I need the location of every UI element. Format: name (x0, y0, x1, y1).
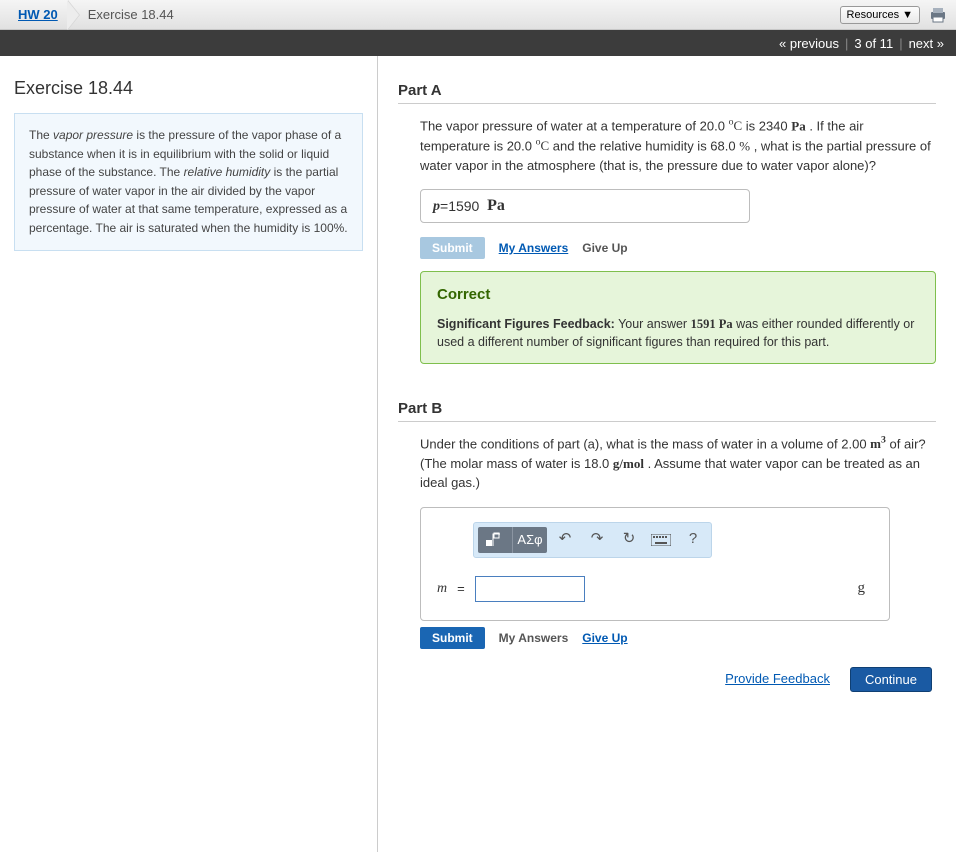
answer-var: m (437, 578, 447, 599)
toolbar-greek-icon[interactable]: ΑΣφ (513, 527, 547, 553)
main-content: Exercise 18.44 The vapor pressure is the… (0, 56, 956, 852)
answer-display: p = 1590 Pa (420, 189, 750, 223)
part-a: Part A The vapor pressure of water at a … (398, 82, 936, 364)
feedback-message: Significant Figures Feedback: Your answe… (437, 315, 919, 351)
undo-icon[interactable]: ↶ (551, 527, 579, 553)
answer-input[interactable] (475, 576, 585, 602)
redo-icon[interactable]: ↷ (583, 527, 611, 553)
resources-label: Resources (847, 9, 900, 21)
feedback-label: Significant Figures Feedback: (437, 317, 615, 331)
nav-bar: « previous | 3 of 11 | next » (0, 30, 956, 56)
reset-icon[interactable]: ↻ (615, 527, 643, 553)
unit-degc: oC (536, 138, 550, 153)
breadcrumb: HW 20 Exercise 18.44 (8, 0, 184, 30)
equation-toolbar: ΑΣφ ↶ ↷ ↻ ? (473, 522, 712, 558)
question-text: Under the conditions of part (a), what i… (420, 436, 870, 451)
toolbar-group-format: ΑΣφ (478, 527, 547, 553)
feedback-value: 1591 Pa (691, 317, 733, 331)
exercise-title: Exercise 18.44 (14, 78, 363, 99)
my-answers-link[interactable]: My Answers (499, 239, 569, 257)
chevron-down-icon: ▼ (902, 9, 913, 21)
question-text: and the relative humidity is 68.0 (549, 138, 739, 153)
feedback-title: Correct (437, 284, 919, 307)
part-b-header: Part B (398, 400, 936, 422)
answer-input-frame: ΑΣφ ↶ ↷ ↻ ? m = g (420, 507, 890, 621)
part-a-question: The vapor pressure of water at a tempera… (420, 116, 936, 175)
part-a-header: Part A (398, 82, 936, 104)
part-b-question: Under the conditions of part (a), what i… (420, 434, 936, 493)
submit-button[interactable]: Submit (420, 237, 485, 259)
unit-degc: oC (729, 118, 743, 133)
right-column: Part A The vapor pressure of water at a … (378, 56, 956, 852)
feedback-text: Your answer (615, 317, 691, 331)
help-icon[interactable]: ? (679, 527, 707, 553)
question-text: is 2340 (742, 118, 791, 133)
resources-dropdown[interactable]: Resources ▼ (840, 6, 920, 24)
part-b: Part B Under the conditions of part (a),… (398, 400, 936, 692)
keyboard-icon[interactable] (647, 527, 675, 553)
part-b-buttons: Submit My Answers Give Up (420, 627, 936, 649)
answer-eq: = (440, 196, 448, 217)
nav-separator: | (845, 36, 848, 51)
breadcrumb-hw-link[interactable]: HW 20 (8, 7, 68, 22)
context-term: vapor pressure (53, 128, 133, 142)
answer-var: p (433, 196, 440, 217)
submit-button[interactable]: Submit (420, 627, 485, 649)
chevron-right-icon (68, 0, 80, 30)
give-up-link[interactable]: Give Up (582, 629, 627, 647)
part-a-buttons: Submit My Answers Give Up (420, 237, 936, 259)
answer-eq: = (457, 579, 465, 599)
toolbar-template-icon[interactable] (478, 527, 512, 553)
answer-input-line: m = g (437, 576, 873, 602)
nav-position: 3 of 11 (854, 36, 893, 51)
answer-unit: g (858, 577, 874, 600)
unit-percent: % (739, 138, 750, 153)
question-text: The vapor pressure of water at a tempera… (420, 118, 729, 133)
nav-next[interactable]: next » (909, 36, 944, 51)
context-text: The (29, 128, 53, 142)
context-term: relative humidity (184, 165, 271, 179)
my-answers-link[interactable]: My Answers (499, 629, 569, 647)
give-up-link[interactable]: Give Up (582, 239, 627, 257)
nav-previous[interactable]: « previous (779, 36, 839, 51)
provide-feedback-link[interactable]: Provide Feedback (725, 669, 830, 689)
part-a-body: The vapor pressure of water at a tempera… (398, 116, 936, 364)
footer-actions: Provide Feedback Continue (420, 667, 936, 692)
unit-m3: m3 (870, 436, 886, 451)
print-icon[interactable] (928, 6, 948, 24)
part-b-body: Under the conditions of part (a), what i… (398, 434, 936, 692)
left-column: Exercise 18.44 The vapor pressure is the… (0, 56, 378, 852)
unit-gmol: g/mol (613, 456, 644, 471)
topbar-actions: Resources ▼ (840, 6, 948, 24)
context-box: The vapor pressure is the pressure of th… (14, 113, 363, 251)
answer-value: 1590 (448, 196, 479, 217)
continue-button[interactable]: Continue (850, 667, 932, 692)
top-bar: HW 20 Exercise 18.44 Resources ▼ (0, 0, 956, 30)
feedback-box: Correct Significant Figures Feedback: Yo… (420, 271, 936, 364)
breadcrumb-exercise: Exercise 18.44 (78, 7, 184, 22)
answer-unit: Pa (487, 194, 505, 218)
nav-separator: | (899, 36, 902, 51)
unit-pa: Pa (791, 118, 805, 133)
